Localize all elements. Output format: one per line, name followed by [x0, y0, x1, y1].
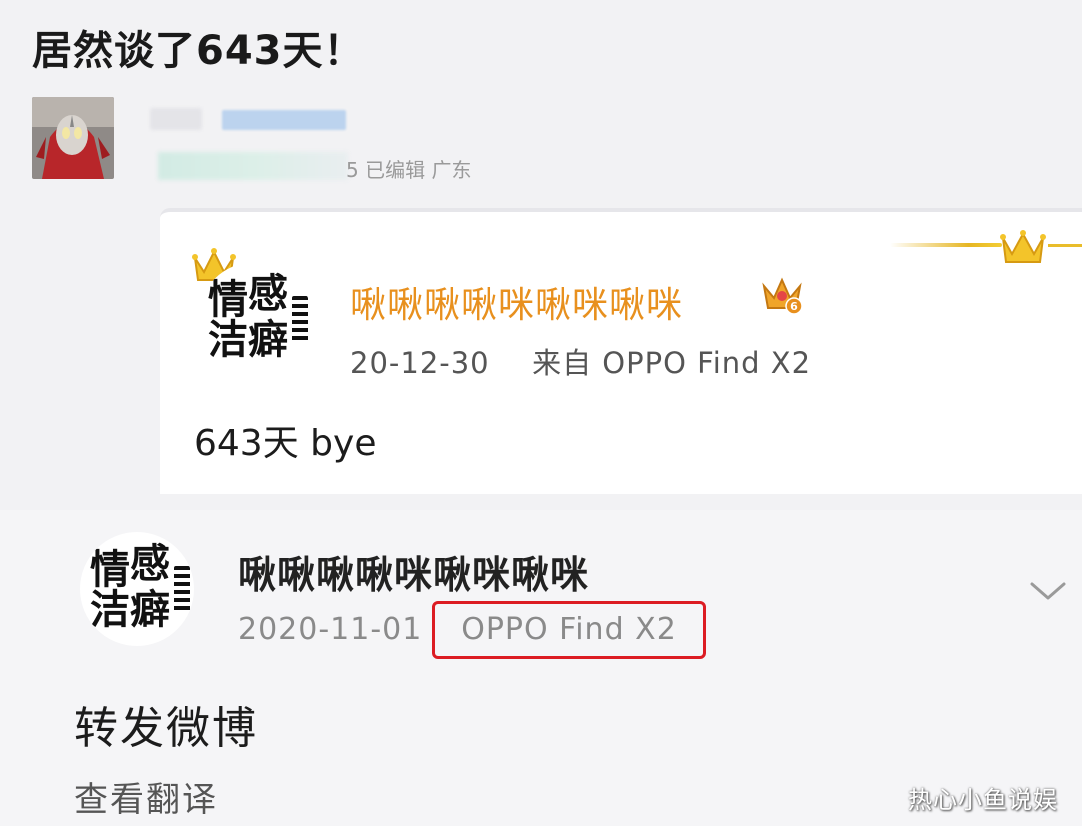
poster-name-blurred — [150, 108, 202, 130]
poster-avatar[interactable] — [32, 97, 114, 179]
avatar-barcode-decoration — [292, 296, 308, 342]
decorative-gold-line — [890, 243, 1002, 247]
original-text: 转发微博 — [74, 703, 258, 754]
avatar-barcode-decoration — [174, 566, 190, 612]
poster-badge-blurred — [222, 110, 346, 130]
avatar-char: 癖 — [130, 587, 170, 633]
chevron-down-icon[interactable] — [1028, 578, 1068, 604]
repost-date: 20-12-30 — [350, 346, 490, 380]
watermark: 热心小鱼说娱 — [908, 786, 1058, 814]
avatar-char: 洁 — [90, 587, 130, 633]
crown-icon — [1000, 230, 1046, 263]
vip-level: 6 — [790, 300, 798, 313]
avatar-char: 洁 — [208, 317, 248, 363]
poster-meta: 5 已编辑 广东 — [346, 158, 472, 182]
view-translation-link[interactable]: 查看翻译 — [74, 772, 218, 821]
avatar-char: 感 — [248, 271, 288, 317]
avatar-char: 情 — [208, 277, 248, 323]
repost-author-name[interactable]: 啾啾啾啾咪啾咪啾咪 — [350, 276, 683, 328]
poster-time-blurred — [158, 152, 348, 180]
original-device-highlighted: OPPO Find X2 — [432, 601, 706, 659]
avatar-char: 癖 — [248, 317, 288, 363]
repost-author-avatar[interactable]: 情 感 洁 癖 — [198, 262, 312, 376]
repost-meta: 20-12-30 来自 OPPO Find X2 — [350, 340, 811, 382]
original-author-name[interactable]: 啾啾啾啾咪啾咪啾咪 — [238, 544, 589, 599]
decorative-gold-line-right — [1048, 244, 1082, 247]
repost-source: 来自 OPPO Find X2 — [532, 346, 812, 380]
repost-text: 643天 bye — [194, 423, 377, 464]
original-author-avatar[interactable]: 情 感 洁 癖 — [80, 532, 194, 646]
avatar-char: 情 — [90, 547, 130, 593]
avatar-char: 感 — [130, 541, 170, 587]
page-title: 居然谈了643天！ — [32, 28, 365, 74]
vip-crown-badge-icon[interactable]: 6 — [760, 276, 804, 316]
original-date: 2020-11-01 — [238, 612, 423, 647]
